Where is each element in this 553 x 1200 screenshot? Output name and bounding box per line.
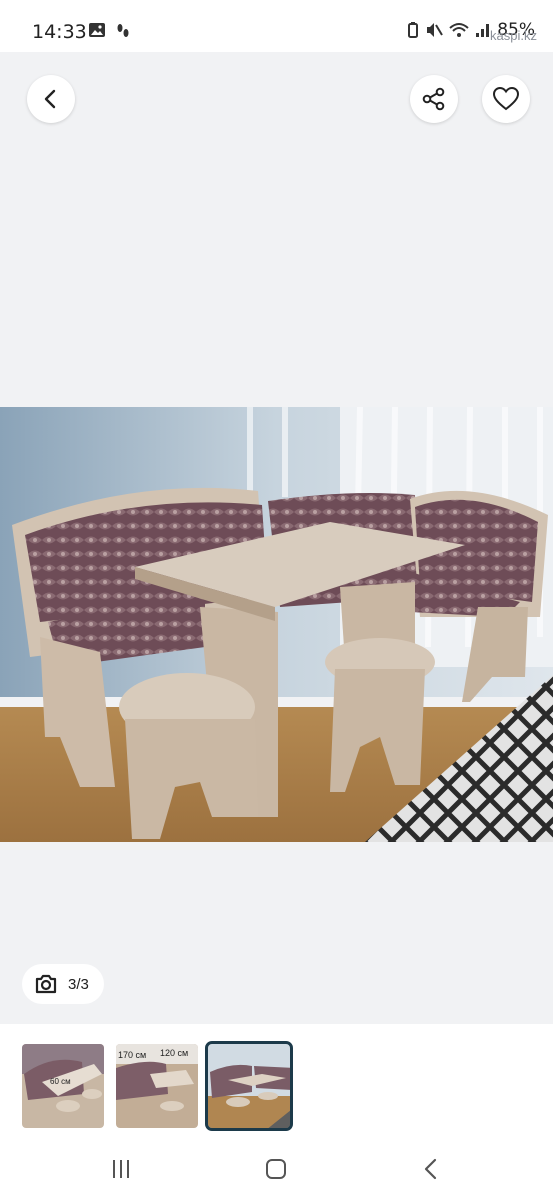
thumbnail-2-image: 170 см 120 см <box>116 1044 198 1128</box>
kitchen-corner-image <box>0 407 553 842</box>
thumbnail-2-label-b: 120 см <box>160 1048 188 1058</box>
back-button[interactable] <box>27 75 75 123</box>
thumbnail-2[interactable]: 170 см 120 см <box>116 1044 198 1128</box>
heart-icon <box>492 86 520 111</box>
product-photo[interactable] <box>0 407 553 842</box>
system-navigation-bar <box>0 1144 553 1200</box>
share-icon <box>422 87 445 111</box>
thumbnail-3-image <box>208 1044 290 1128</box>
status-time: 14:33 <box>32 21 87 43</box>
kaspi-watermark: kaspi.kz <box>490 28 537 43</box>
signal-icon <box>476 24 490 37</box>
thumbnail-1-image: 60 см <box>22 1044 104 1128</box>
chevron-left-icon <box>44 89 56 109</box>
photo-counter-text: 3/3 <box>68 975 89 993</box>
favorite-button[interactable] <box>482 75 530 123</box>
share-button[interactable] <box>410 75 458 123</box>
thumbnail-3[interactable] <box>205 1041 293 1131</box>
status-notifications <box>88 22 130 40</box>
thumbnail-2-label-a: 170 см <box>118 1050 146 1060</box>
recent-apps-icon[interactable] <box>110 1158 132 1180</box>
home-icon[interactable] <box>264 1157 288 1181</box>
thumbnail-1-label: 60 см <box>50 1077 71 1086</box>
photo-counter: 3/3 <box>22 964 104 1004</box>
camera-icon <box>35 974 57 994</box>
steps-notification-icon <box>117 24 129 37</box>
battery-saver-icon <box>408 22 419 38</box>
system-back-icon[interactable] <box>420 1157 442 1181</box>
status-bar: 14:33 85% kaspi.kz <box>0 0 553 52</box>
wifi-icon <box>449 23 469 37</box>
mute-icon <box>427 23 444 37</box>
gallery-notification-icon <box>89 23 105 37</box>
thumbnail-1[interactable]: 60 см <box>22 1044 104 1128</box>
